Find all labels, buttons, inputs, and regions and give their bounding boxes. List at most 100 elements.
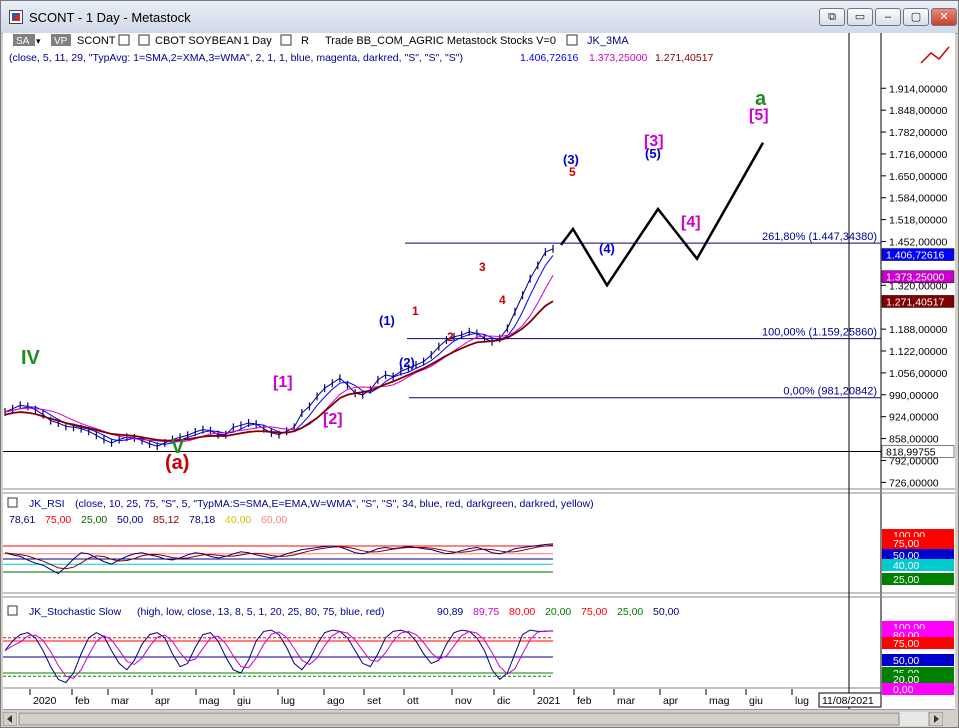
axis-value-label: 1.373,25000 <box>886 272 945 284</box>
price-tick-label: 1.716,00000 <box>889 149 948 161</box>
security-label: CBOT SOYBEAN <box>155 35 242 47</box>
rsi-close-icon[interactable] <box>7 497 18 508</box>
sa-label[interactable]: SA <box>16 36 30 47</box>
projection-path[interactable] <box>560 142 765 288</box>
x-axis-label: giu <box>237 695 251 707</box>
rsi-axis-label: 25,00 <box>893 574 919 586</box>
period-label: 1 Day <box>243 35 272 47</box>
wave-label[interactable]: (3) <box>563 152 579 167</box>
footer-bar <box>3 709 955 727</box>
chart-canvas[interactable]: SA ▾ VP SCONT CBOT SOYBEAN 1 Day R Trade BB_COM… <box>3 33 955 709</box>
x-axis-label: feb <box>75 695 90 707</box>
metastock-app-icon <box>9 10 23 24</box>
wave-label[interactable]: (a) <box>165 452 189 474</box>
fib-level-label: 261,80% (1.447,34380) <box>762 231 877 243</box>
stoch-value: 90,89 <box>437 606 463 618</box>
close-button[interactable]: ✕ <box>931 8 957 26</box>
price-line <box>4 248 554 447</box>
stoch-value: 89,75 <box>473 606 499 618</box>
period-dropdown-icon[interactable] <box>280 34 292 46</box>
rsi-value: 60,00 <box>261 514 287 526</box>
panel-icon[interactable]: ▭ <box>847 8 873 26</box>
wave-label[interactable]: 1 <box>412 304 419 318</box>
stoch-value: 50,00 <box>653 606 679 618</box>
price-tick-label: 1.452,00000 <box>889 237 948 249</box>
window-title: SCONT - 1 Day - Metastock <box>29 10 191 25</box>
stoch-value: 80,00 <box>509 606 535 618</box>
ma-fast-line <box>4 255 554 445</box>
x-axis-label: apr <box>663 695 679 707</box>
wave-label[interactable]: (1) <box>379 313 395 328</box>
rsi-axis-label: 75,00 <box>893 538 919 550</box>
price-tick-label: 726,00000 <box>889 477 939 489</box>
price-tick-label: 1.650,00000 <box>889 171 948 183</box>
price-tick-label: 990,00000 <box>889 390 939 402</box>
wave-label[interactable]: (4) <box>599 241 615 256</box>
stoch-close-icon[interactable] <box>7 605 18 616</box>
symbol-dropdown-icon[interactable] <box>118 34 130 46</box>
scroll-thumb[interactable] <box>18 712 900 726</box>
minimize-button[interactable]: – <box>875 8 901 26</box>
ma-fast-value: 1.406,72616 <box>520 52 579 64</box>
jk-3ma-name[interactable]: JK_3MA <box>587 35 629 47</box>
x-axis-label: mar <box>617 695 636 707</box>
x-axis-label: 2021 <box>537 695 561 707</box>
stoch-params: (high, low, close, 13, 8, 5, 1, 20, 25, … <box>137 606 385 618</box>
wave-label[interactable]: IV <box>21 347 41 369</box>
vp-label[interactable]: VP <box>54 36 68 47</box>
wave-label[interactable]: [4] <box>681 214 701 231</box>
wave-label[interactable]: a <box>755 88 767 110</box>
stoch-axis-label: 75,00 <box>893 638 919 650</box>
price-tick-label: 1.056,00000 <box>889 368 948 380</box>
restore-icon[interactable]: ⧉ <box>819 8 845 26</box>
rsi-value: 50,00 <box>117 514 143 526</box>
metastock-window: SCONT - 1 Day - Metastock ⧉ ▭ – ▢ ✕ SA ▾ V… <box>0 0 959 728</box>
rsi-value: 25,00 <box>81 514 107 526</box>
remove-indicator-icon[interactable] <box>566 34 578 46</box>
x-axis-label: giu <box>749 695 763 707</box>
price-tick-label: 1.584,00000 <box>889 193 948 205</box>
chart-area[interactable]: SA ▾ VP SCONT CBOT SOYBEAN 1 Day R Trade BB_COM… <box>3 33 955 709</box>
sa-dropdown-icon[interactable]: ▾ <box>36 36 41 46</box>
wave-label[interactable]: 5 <box>569 165 576 179</box>
wave-label[interactable]: 4 <box>499 293 506 307</box>
maximize-button[interactable]: ▢ <box>903 8 929 26</box>
x-axis-label: lug <box>281 695 295 707</box>
stoch-value: 20,00 <box>545 606 571 618</box>
price-tick-label: 1.188,00000 <box>889 324 948 336</box>
fib-level-label: 0,00% (981,20842) <box>783 386 877 398</box>
axis-value-label: 1.271,40517 <box>886 296 945 308</box>
wave-label[interactable]: [3] <box>644 133 664 150</box>
title-bar[interactable]: SCONT - 1 Day - Metastock ⧉ ▭ – ▢ ✕ <box>1 1 958 34</box>
jk-3ma-params: (close, 5, 11, 29, "TypAvg: 1=SMA,2=XMA,… <box>9 52 463 64</box>
r-label[interactable]: R <box>301 35 309 47</box>
security-icon[interactable] <box>138 34 150 46</box>
rsi-value: 85,12 <box>153 514 179 526</box>
stoch-title[interactable]: JK_Stochastic Slow <box>29 606 122 618</box>
wave-label[interactable]: (2) <box>399 355 415 370</box>
wave-label[interactable]: [2] <box>323 411 343 428</box>
x-axis-label: mar <box>111 695 130 707</box>
ma-slow-line <box>4 300 554 442</box>
rsi-title[interactable]: JK_RSI <box>29 498 65 510</box>
wave-label[interactable]: [1] <box>273 374 293 391</box>
price-tick-label: 1.914,00000 <box>889 83 948 95</box>
stoch-axis-label: 50,00 <box>893 655 919 667</box>
axis-value-label: 1.406,72616 <box>886 250 945 262</box>
x-axis-label: dic <box>497 695 510 707</box>
wave-label[interactable]: 2 <box>447 330 454 344</box>
horizontal-scrollbar[interactable] <box>3 712 943 726</box>
symbol-label: SCONT <box>77 35 116 47</box>
x-axis-label: lug <box>795 695 809 707</box>
axis-value-label: 818,99755 <box>886 447 936 459</box>
fib-level-label: 100,00% (1.159,25860) <box>762 327 877 339</box>
ma-mid-line <box>4 275 554 443</box>
x-axis-label: ott <box>407 695 419 707</box>
rsi-value: 75,00 <box>45 514 71 526</box>
price-tick-label: 1.122,00000 <box>889 346 948 358</box>
stoch-value: 75,00 <box>581 606 607 618</box>
wave-label[interactable]: 3 <box>479 260 486 274</box>
security-info: Trade BB_COM_AGRIC Metastock Stocks V=0 <box>325 35 556 47</box>
ma-mid-value: 1.373,25000 <box>589 52 648 64</box>
price-tick-label: 1.518,00000 <box>889 215 948 227</box>
